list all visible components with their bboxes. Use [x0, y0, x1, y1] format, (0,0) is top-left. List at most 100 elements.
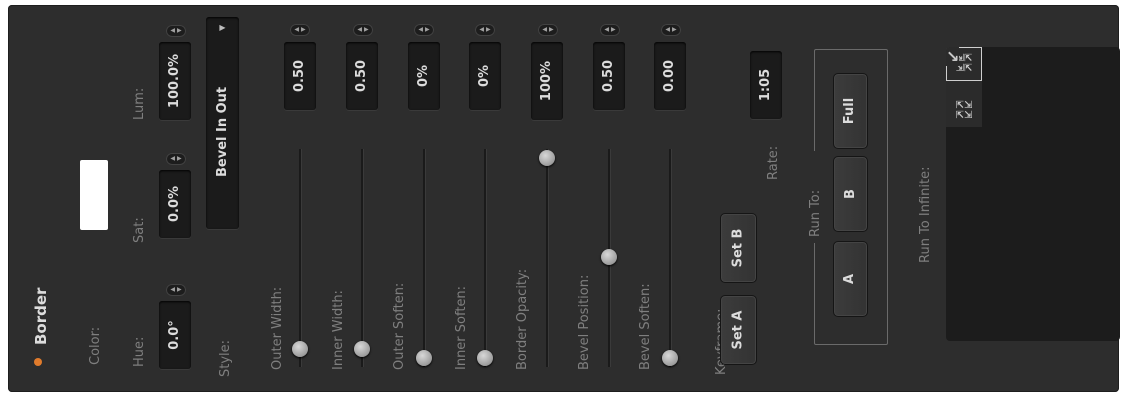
inner-width-stepper[interactable]: ◀ ▶: [353, 24, 373, 36]
bevel-soften-field[interactable]: 0.00: [654, 42, 686, 110]
bevel-position-value: 0.50: [601, 59, 617, 93]
outer-width-stepper[interactable]: ◀ ▶: [290, 24, 310, 36]
inner-width-knob[interactable]: [354, 341, 370, 357]
left-arrow-icon: ◀: [170, 27, 175, 34]
right-arrow-icon: ▶: [549, 26, 554, 33]
left-arrow-icon: ◀: [294, 26, 299, 33]
border-panel: Border Color: Hue: Sat: Lum: ◀ ▶ 0.0° ◀ ▶ …: [8, 5, 1120, 392]
bevel-soften-knob[interactable]: [662, 350, 678, 366]
inner-soften-stepper[interactable]: ◀ ▶: [475, 24, 495, 36]
border-opacity-track[interactable]: [546, 149, 548, 367]
sat-label: Sat:: [132, 217, 147, 243]
bevel-position-knob[interactable]: [601, 249, 617, 265]
left-arrow-icon: ◀: [479, 26, 484, 33]
bevel-soften-track[interactable]: [669, 149, 671, 367]
outer-soften-track[interactable]: [423, 149, 425, 367]
border-opacity-label: Border Opacity:: [515, 268, 530, 370]
expand-center-icon[interactable]: ⇱⇲ ⇱⇲: [947, 95, 981, 127]
hue-field[interactable]: 0.0°: [159, 301, 191, 369]
right-arrow-icon: ▶: [486, 26, 491, 33]
set-b-button[interactable]: Set B: [720, 213, 757, 283]
right-arrow-icon: ▶: [177, 27, 182, 34]
border-opacity-stepper[interactable]: ◀ ▶: [538, 24, 558, 36]
style-label: Style:: [218, 339, 233, 377]
inner-soften-track[interactable]: [484, 149, 486, 367]
inner-soften-label: Inner Soften:: [454, 285, 469, 370]
set-a-button[interactable]: Set A: [720, 295, 757, 365]
style-value: Bevel In Out: [215, 86, 230, 177]
inner-width-track[interactable]: [361, 149, 363, 367]
run-to-full-button[interactable]: Full: [833, 73, 868, 149]
inner-soften-value: 0%: [476, 64, 492, 88]
run-to-infinite-pad: ↖ ↑ ↗ ← ⇲⇱⇲⇱ ⇱⇲⇱⇲ → ↙ ↓ ↘: [946, 47, 1120, 341]
rate-value: 1:05: [758, 68, 773, 102]
left-arrow-icon: ◀: [418, 26, 423, 33]
outer-width-field[interactable]: 0.50: [284, 42, 316, 110]
right-arrow-icon: ▶: [364, 26, 369, 33]
inner-soften-knob[interactable]: [477, 350, 493, 366]
outer-soften-knob[interactable]: [416, 350, 432, 366]
sat-value: 0.0%: [167, 185, 182, 223]
border-opacity-value: 100%: [539, 60, 555, 102]
bevel-soften-stepper[interactable]: ◀ ▶: [661, 24, 681, 36]
bevel-position-field[interactable]: 0.50: [593, 42, 625, 110]
left-arrow-icon: ◀: [604, 26, 609, 33]
right-arrow-icon: ▶: [177, 286, 182, 293]
sat-stepper[interactable]: ◀ ▶: [166, 153, 186, 165]
outer-soften-label: Outer Soften:: [392, 282, 407, 370]
border-opacity-knob[interactable]: [539, 150, 555, 166]
outer-width-track[interactable]: [299, 149, 301, 367]
lum-stepper[interactable]: ◀ ▶: [166, 25, 186, 37]
left-arrow-icon: ◀: [170, 286, 175, 293]
section-title: Border: [32, 287, 50, 345]
color-swatch[interactable]: [80, 160, 108, 230]
arrow-down-right-icon[interactable]: ↘: [946, 47, 960, 66]
inner-soften-field[interactable]: 0%: [469, 42, 501, 110]
bevel-soften-value: 0.00: [662, 59, 678, 93]
active-indicator-dot: [34, 358, 42, 366]
inner-width-label: Inner Width:: [331, 290, 346, 370]
right-arrow-icon: ▶: [177, 155, 182, 162]
border-opacity-field[interactable]: 100%: [531, 42, 563, 120]
left-arrow-icon: ◀: [170, 155, 175, 162]
sat-field[interactable]: 0.0%: [159, 170, 191, 238]
run-to-full-label: Full: [842, 97, 858, 125]
bevel-position-label: Bevel Position:: [577, 274, 592, 370]
left-arrow-icon: ◀: [542, 26, 547, 33]
bevel-soften-label: Bevel Soften:: [638, 283, 653, 370]
rate-label: Rate:: [766, 145, 781, 180]
right-arrow-icon: ▶: [301, 26, 306, 33]
run-to-label: Run To:: [808, 189, 823, 237]
run-to-b-label: B: [842, 189, 858, 199]
outer-soften-stepper[interactable]: ◀ ▶: [414, 24, 434, 36]
lum-label: Lum:: [132, 87, 147, 120]
outer-width-label: Outer Width:: [270, 286, 285, 370]
run-to-a-button[interactable]: A: [833, 241, 868, 317]
set-b-label: Set B: [730, 228, 746, 268]
run-to-b-button[interactable]: B: [833, 156, 868, 232]
run-to-infinite-label: Run To Infinite:: [918, 166, 933, 263]
inner-width-field[interactable]: 0.50: [346, 42, 378, 110]
right-arrow-icon: ▶: [611, 26, 616, 33]
dropdown-arrow-icon: ▶: [219, 23, 226, 32]
bevel-position-stepper[interactable]: ◀ ▶: [600, 24, 620, 36]
left-arrow-icon: ◀: [357, 26, 362, 33]
right-arrow-icon: ▶: [672, 26, 677, 33]
run-to-a-label: A: [842, 273, 858, 285]
color-label: Color:: [88, 326, 103, 365]
left-arrow-icon: ◀: [665, 26, 670, 33]
outer-soften-value: 0%: [415, 64, 431, 88]
lum-value: 100.0%: [167, 53, 182, 109]
right-arrow-icon: ▶: [425, 26, 430, 33]
inner-width-value: 0.50: [354, 59, 370, 93]
outer-soften-field[interactable]: 0%: [408, 42, 440, 110]
rate-field[interactable]: 1:05: [750, 51, 782, 119]
hue-stepper[interactable]: ◀ ▶: [166, 284, 186, 296]
outer-width-knob[interactable]: [292, 341, 308, 357]
hue-label: Hue:: [132, 336, 147, 367]
hue-value: 0.0°: [167, 320, 182, 350]
outer-width-value: 0.50: [292, 59, 308, 93]
style-dropdown[interactable]: ▶ Bevel In Out: [206, 17, 239, 229]
lum-field[interactable]: 100.0%: [159, 42, 191, 120]
set-a-label: Set A: [730, 310, 746, 350]
